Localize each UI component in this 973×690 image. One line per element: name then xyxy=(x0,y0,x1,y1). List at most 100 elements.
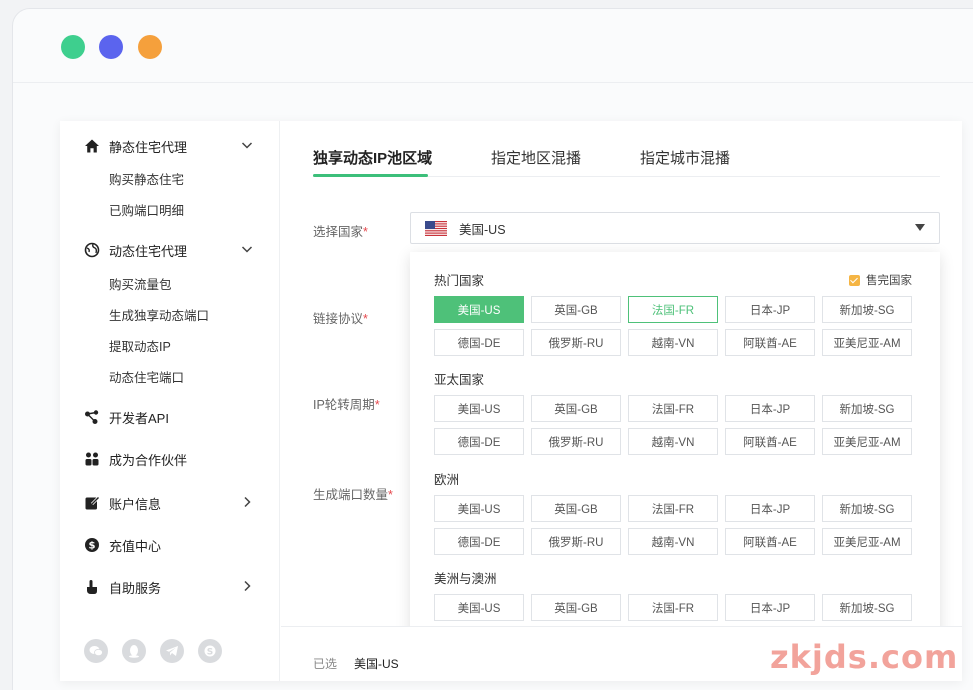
country-option[interactable]: 法国-FR xyxy=(628,594,718,621)
sidebar-group-label: 账户信息 xyxy=(109,496,162,512)
country-option[interactable]: 英国-GB xyxy=(531,395,621,422)
country-option[interactable]: 阿联酋-AE xyxy=(725,428,815,455)
country-option[interactable]: 越南-VN xyxy=(628,329,718,356)
country-dropdown: 售完国家 热门国家 美国-US 英国-GB 法国-FR 日本-JP 新加坡-SG 德国-DE… xyxy=(410,252,940,681)
sidebar-group-account[interactable]: 账户信息 xyxy=(84,492,254,514)
section-title: 亚太国家 xyxy=(434,373,485,387)
sidebar-group-label: 静态住宅代理 xyxy=(109,139,188,155)
country-grid: 美国-US 英国-GB 法国-FR 日本-JP 新加坡-SG 德国-DE 俄罗斯-RU 越南-… xyxy=(434,495,912,555)
country-option[interactable]: 新加坡-SG xyxy=(822,594,912,621)
chevron-right-icon[interactable] xyxy=(240,495,254,509)
chevron-right-icon[interactable] xyxy=(240,579,254,593)
api-icon xyxy=(84,409,100,425)
tab-exclusive-pool[interactable]: 独享动态IP池区域 xyxy=(313,147,432,168)
sidebar-group-static-proxy[interactable]: 静态住宅代理 xyxy=(84,135,254,157)
active-tab-indicator xyxy=(313,174,428,177)
country-option[interactable]: 美国-US xyxy=(434,296,524,323)
svg-text:S: S xyxy=(207,647,213,657)
country-option[interactable]: 俄罗斯-RU xyxy=(531,528,621,555)
country-option[interactable]: 亚美尼亚-AM xyxy=(822,528,912,555)
window-blue-dot[interactable] xyxy=(99,35,123,59)
country-option[interactable]: 亚美尼亚-AM xyxy=(822,428,912,455)
sidebar-group-label: 自助服务 xyxy=(109,580,162,596)
tab-region-mix[interactable]: 指定地区混播 xyxy=(491,147,581,168)
country-option[interactable]: 法国-FR xyxy=(628,495,718,522)
sidebar-group-label: 充值中心 xyxy=(109,538,162,554)
selected-country-text: 美国-US xyxy=(459,222,506,237)
telegram-icon[interactable] xyxy=(160,639,184,663)
checkbox-checked-icon[interactable] xyxy=(849,274,860,286)
port-count-label: 生成端口数量* xyxy=(313,488,393,502)
country-option[interactable]: 日本-JP xyxy=(725,395,815,422)
country-option[interactable]: 日本-JP xyxy=(725,296,815,323)
protocol-label: 链接协议* xyxy=(313,312,368,326)
country-option[interactable]: 英国-GB xyxy=(531,296,621,323)
hand-icon xyxy=(84,579,100,595)
soldout-label: 售完国家 xyxy=(866,275,912,287)
sidebar-item-generate-port[interactable]: 生成独享动态端口 xyxy=(109,305,209,324)
country-option[interactable]: 俄罗斯-RU xyxy=(531,428,621,455)
sidebar-group-partner[interactable]: 成为合作伙伴 xyxy=(84,448,254,470)
sidebar: 静态住宅代理 购买静态住宅 已购端口明细 动态住宅代理 购买流量包 生成独享动态… xyxy=(60,121,280,681)
sidebar-group-recharge[interactable]: $ 充值中心 xyxy=(84,534,254,556)
social-links: S xyxy=(84,639,222,663)
country-option[interactable]: 越南-VN xyxy=(628,428,718,455)
globe-icon xyxy=(84,242,100,258)
watermark: zkjds.com xyxy=(770,638,959,676)
sidebar-group-self-service[interactable]: 自助服务 xyxy=(84,576,254,598)
sidebar-group-label: 动态住宅代理 xyxy=(109,243,188,259)
sidebar-item-extract-ip[interactable]: 提取动态IP xyxy=(109,336,171,355)
caret-down-icon[interactable] xyxy=(915,224,925,231)
tab-city-mix[interactable]: 指定城市混播 xyxy=(640,147,730,168)
country-option[interactable]: 亚美尼亚-AM xyxy=(822,329,912,356)
sidebar-group-label: 开发者API xyxy=(109,410,169,426)
sidebar-item-purchased-ports[interactable]: 已购端口明细 xyxy=(109,200,184,219)
rotation-label: IP轮转周期* xyxy=(313,398,380,412)
home-icon xyxy=(84,138,100,154)
country-option[interactable]: 越南-VN xyxy=(628,528,718,555)
country-option[interactable]: 阿联酋-AE xyxy=(725,329,815,356)
chevron-down-icon[interactable] xyxy=(240,138,254,152)
country-option[interactable]: 德国-DE xyxy=(434,428,524,455)
title-bar xyxy=(13,9,973,83)
country-option[interactable]: 新加坡-SG xyxy=(822,296,912,323)
country-option[interactable]: 美国-US xyxy=(434,495,524,522)
sidebar-item-dynamic-port[interactable]: 动态住宅端口 xyxy=(109,367,184,386)
country-option[interactable]: 法国-FR xyxy=(628,296,718,323)
country-option[interactable]: 日本-JP xyxy=(725,594,815,621)
country-option[interactable]: 阿联酋-AE xyxy=(725,528,815,555)
country-option[interactable]: 法国-FR xyxy=(628,395,718,422)
soldout-toggle[interactable]: 售完国家 xyxy=(849,272,912,288)
country-option[interactable]: 新加坡-SG xyxy=(822,395,912,422)
country-option[interactable]: 美国-US xyxy=(434,594,524,621)
country-option[interactable]: 英国-GB xyxy=(531,495,621,522)
main-content: 独享动态IP池区域 指定地区混播 指定城市混播 选择国家* 链接协议* IP轮转… xyxy=(281,121,962,681)
country-select[interactable]: 美国-US xyxy=(410,212,940,244)
sidebar-item-buy-traffic[interactable]: 购买流量包 xyxy=(109,274,172,293)
svg-text:$: $ xyxy=(89,541,96,552)
selected-label: 已选 xyxy=(313,657,338,671)
sidebar-item-buy-static[interactable]: 购买静态住宅 xyxy=(109,169,184,188)
country-option[interactable]: 德国-DE xyxy=(434,329,524,356)
selected-value: 美国-US xyxy=(354,657,399,671)
us-flag-icon xyxy=(425,220,447,236)
country-option[interactable]: 英国-GB xyxy=(531,594,621,621)
window-green-dot[interactable] xyxy=(61,35,85,59)
window-orange-dot[interactable] xyxy=(138,35,162,59)
country-option[interactable]: 日本-JP xyxy=(725,495,815,522)
main-card: 静态住宅代理 购买静态住宅 已购端口明细 动态住宅代理 购买流量包 生成独享动态… xyxy=(60,121,962,681)
sidebar-group-label: 成为合作伙伴 xyxy=(109,452,188,468)
chevron-down-icon[interactable] xyxy=(240,242,254,256)
sidebar-group-developer-api[interactable]: 开发者API xyxy=(84,406,254,428)
country-option[interactable]: 俄罗斯-RU xyxy=(531,329,621,356)
country-option[interactable]: 新加坡-SG xyxy=(822,495,912,522)
country-label: 选择国家* xyxy=(313,225,368,239)
sidebar-group-dynamic-proxy[interactable]: 动态住宅代理 xyxy=(84,239,254,261)
country-option[interactable]: 美国-US xyxy=(434,395,524,422)
qq-icon[interactable] xyxy=(122,639,146,663)
skype-icon[interactable]: S xyxy=(198,639,222,663)
dollar-icon: $ xyxy=(84,537,100,553)
country-option[interactable]: 德国-DE xyxy=(434,528,524,555)
wechat-icon[interactable] xyxy=(84,639,108,663)
country-grid: 美国-US 英国-GB 法国-FR 日本-JP 新加坡-SG 德国-DE 俄罗斯-RU 越南-… xyxy=(434,296,912,356)
